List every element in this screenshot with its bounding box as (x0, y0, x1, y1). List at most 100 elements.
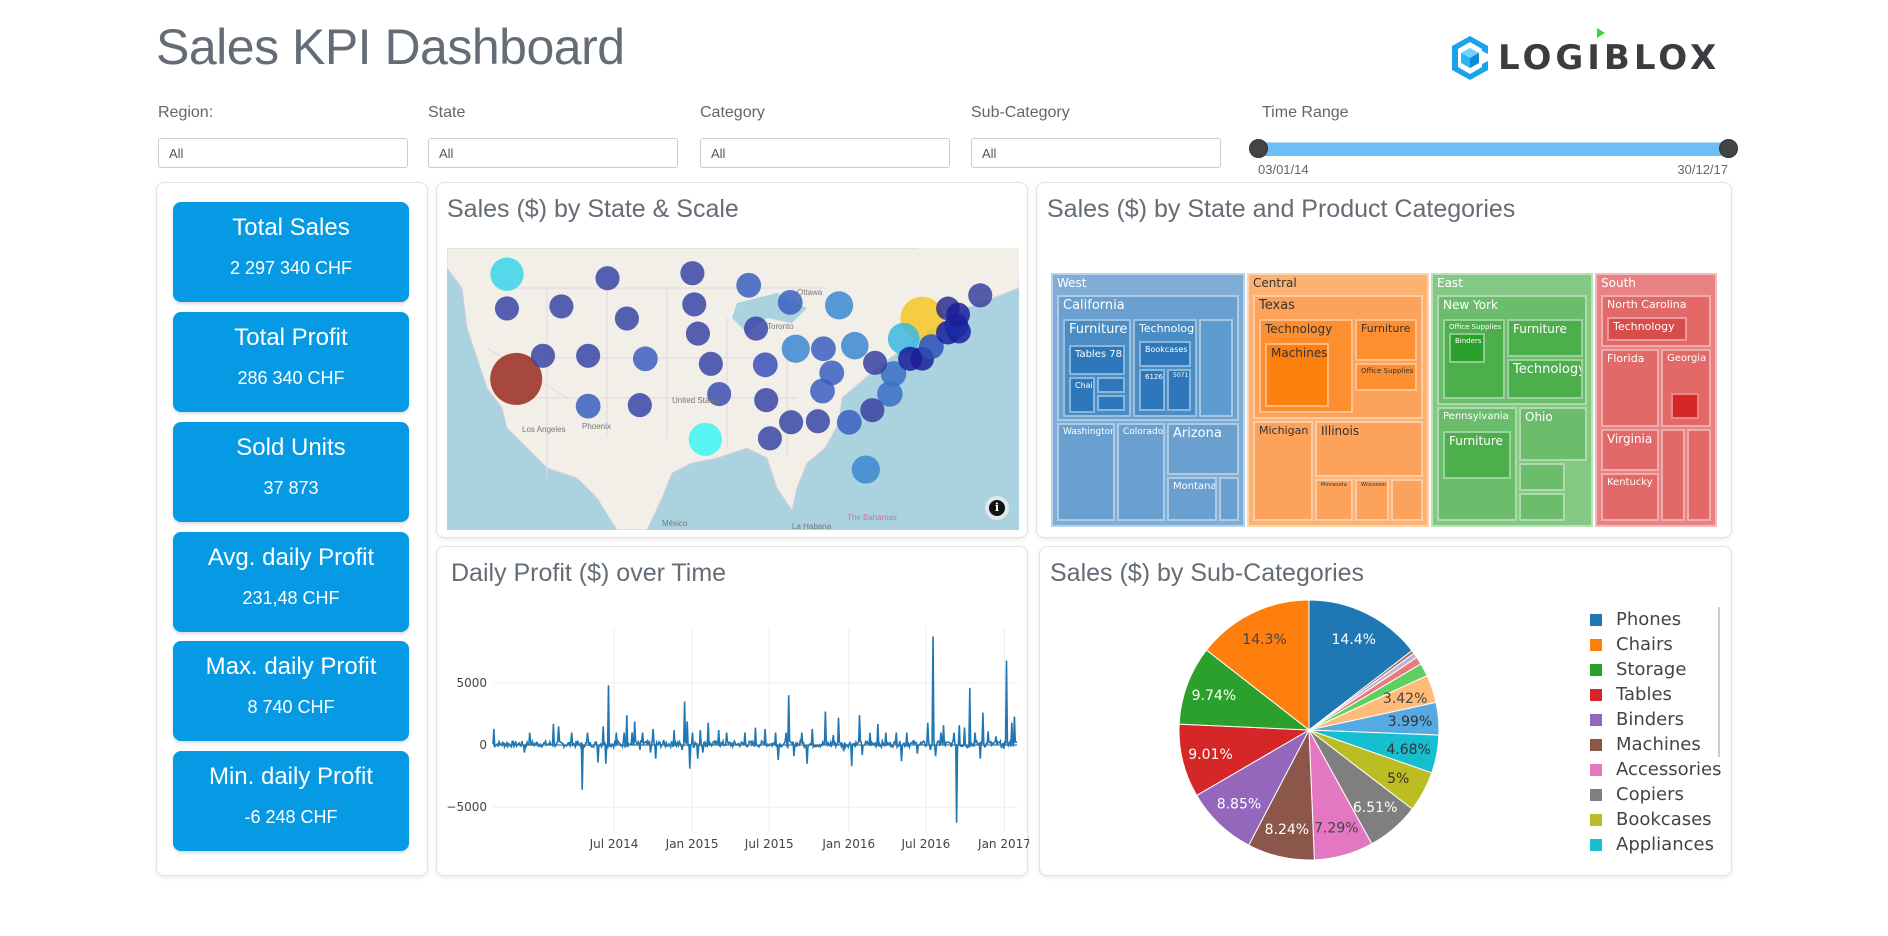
treemap-accessories[interactable]: Bookcases Accessories (1139, 341, 1191, 367)
treemap-category-furniture[interactable]: Furniture (1507, 319, 1583, 357)
treemap-binders[interactable]: Binders 5945 (1449, 333, 1485, 363)
legend-item[interactable]: Bookcases (1590, 807, 1722, 832)
state-bubble[interactable] (805, 409, 830, 434)
treemap-state-arizona[interactable]: Arizona (1167, 423, 1239, 475)
treemap-category-technology[interactable]: Technology (1507, 359, 1583, 399)
legend-item[interactable]: Chairs (1590, 632, 1722, 657)
state-bubble[interactable] (688, 422, 722, 457)
x-tick-label: Jul 2014 (589, 837, 639, 851)
state-bubble[interactable] (680, 261, 705, 286)
pie-panel: Sales ($) by Sub-Categories 14.4% 3.42% 3.… (1039, 546, 1732, 876)
treemap-state-michigan[interactable]: Michigan (1253, 421, 1313, 521)
sales-treemap[interactable]: West California Furniture Tables 7834 Chairs… (1051, 273, 1729, 527)
category-input[interactable] (700, 138, 950, 168)
pie-slice-label: 5% (1387, 771, 1409, 787)
treemap-state-virginia[interactable]: Virginia (1601, 429, 1659, 471)
state-bubble[interactable] (810, 378, 835, 404)
state-bubble[interactable] (779, 410, 804, 435)
state-bubble[interactable] (757, 426, 782, 451)
legend-item[interactable]: Accessories (1590, 757, 1722, 782)
treemap-machines[interactable]: Machines 14077 (1265, 343, 1329, 407)
state-bubble[interactable] (863, 350, 888, 375)
treemap-state-montana[interactable]: Montana (1167, 477, 1217, 521)
state-bubble[interactable] (632, 346, 658, 372)
state-bubble[interactable] (494, 296, 520, 321)
treemap-state-new-jersey[interactable] (1519, 493, 1565, 521)
state-bubble[interactable] (744, 316, 769, 341)
treemap-label: Minnesota (1321, 482, 1347, 488)
treemap-state-utah[interactable] (1219, 477, 1239, 521)
treemap-bookcases[interactable] (1097, 395, 1125, 411)
treemap-copiers[interactable]: 5071 (1167, 369, 1191, 411)
treemap-state-louisiana[interactable] (1661, 429, 1685, 521)
state-bubble[interactable] (754, 388, 779, 413)
treemap-category-furniture[interactable]: Furniture (1443, 431, 1511, 479)
state-bubble[interactable] (781, 334, 810, 363)
state-input[interactable] (428, 138, 678, 168)
treemap-category-furniture[interactable]: Furniture (1355, 319, 1417, 361)
treemap-binders[interactable] (1671, 393, 1699, 419)
treemap-phones[interactable]: 6126 (1139, 369, 1165, 411)
map-canvas[interactable] (447, 248, 1019, 530)
treemap-state-massachusetts[interactable] (1519, 463, 1565, 491)
legend-scrollbar[interactable] (1718, 607, 1720, 757)
treemap-state-wisconsin[interactable]: Wisconsin (1355, 479, 1389, 521)
treemap-label: Illinois (1321, 424, 1360, 438)
treemap-label: Chairs 4425 (1075, 381, 1093, 390)
daily-profit-chart[interactable]: 5000 0 −5000 Jul 2014 Jan 2015 Jul 2015 Jan 20… (437, 547, 1029, 877)
state-bubble[interactable] (698, 351, 723, 376)
sub-category-input[interactable] (971, 138, 1221, 168)
state-bubble[interactable] (549, 294, 574, 319)
state-bubble[interactable] (627, 393, 652, 418)
state-bubble[interactable] (685, 321, 711, 346)
treemap-state-colorado[interactable]: Colorado (1117, 423, 1165, 521)
legend-item[interactable]: Tables (1590, 682, 1722, 707)
state-bubble[interactable] (946, 302, 970, 327)
state-bubble[interactable] (575, 393, 601, 419)
treemap-state-ohio[interactable]: Ohio (1519, 407, 1587, 461)
treemap-furnishings[interactable] (1097, 377, 1125, 393)
sales-bubble-map[interactable]: Ottawa Toronto United States Los Angeles… (447, 248, 1019, 530)
treemap-state-minnesota[interactable]: Minnesota (1315, 479, 1353, 521)
state-bubble[interactable] (595, 266, 620, 291)
treemap-state-florida[interactable]: Florida (1601, 349, 1659, 427)
treemap-state-illinois[interactable]: Illinois (1315, 421, 1423, 477)
time-range-start-handle[interactable] (1249, 139, 1268, 158)
state-bubble[interactable] (576, 343, 601, 368)
legend-item[interactable]: Storage (1590, 657, 1722, 682)
treemap-category-technology[interactable]: Technology (1607, 317, 1687, 341)
legend-item[interactable]: Appliances (1590, 832, 1722, 857)
state-bubble[interactable] (682, 292, 707, 317)
kpi-sold-units: Sold Units 37 873 (173, 422, 409, 522)
treemap-state-oklahoma[interactable] (1391, 479, 1423, 521)
state-bubble[interactable] (614, 306, 639, 331)
treemap-state-tennessee[interactable] (1687, 429, 1711, 521)
state-bubble[interactable] (851, 455, 880, 484)
state-bubble[interactable] (811, 336, 836, 362)
legend-item[interactable]: Binders (1590, 707, 1722, 732)
state-bubble[interactable] (836, 409, 862, 435)
state-bubble[interactable] (530, 343, 556, 368)
state-bubble[interactable] (490, 257, 524, 291)
treemap-office-supplies[interactable]: Office Supplies (1355, 363, 1417, 391)
region-input[interactable] (158, 138, 408, 168)
state-bubble[interactable] (824, 291, 854, 320)
time-range-track[interactable] (1249, 138, 1738, 160)
treemap-tables[interactable]: Tables 7834 (1069, 345, 1125, 375)
state-bubble[interactable] (860, 398, 885, 423)
time-range-end-handle[interactable] (1719, 139, 1738, 158)
state-bubble[interactable] (841, 331, 869, 360)
map-attribution-button[interactable]: i (985, 496, 1009, 520)
treemap-state-washington[interactable]: Washington (1057, 423, 1115, 521)
state-bubble[interactable] (968, 283, 993, 308)
state-bubble[interactable] (736, 272, 762, 298)
treemap-chairs[interactable]: Chairs 4425 (1069, 377, 1095, 413)
region-filter: Region: (158, 104, 408, 168)
treemap-state-kentucky[interactable]: Kentucky (1601, 473, 1659, 521)
legend-item[interactable]: Phones (1590, 607, 1722, 632)
legend-item[interactable]: Machines (1590, 732, 1722, 757)
state-bubble[interactable] (752, 352, 778, 378)
pie-slice-label: 14.4% (1332, 632, 1376, 648)
treemap-office-supplies[interactable] (1199, 319, 1233, 417)
legend-item[interactable]: Copiers (1590, 782, 1722, 807)
